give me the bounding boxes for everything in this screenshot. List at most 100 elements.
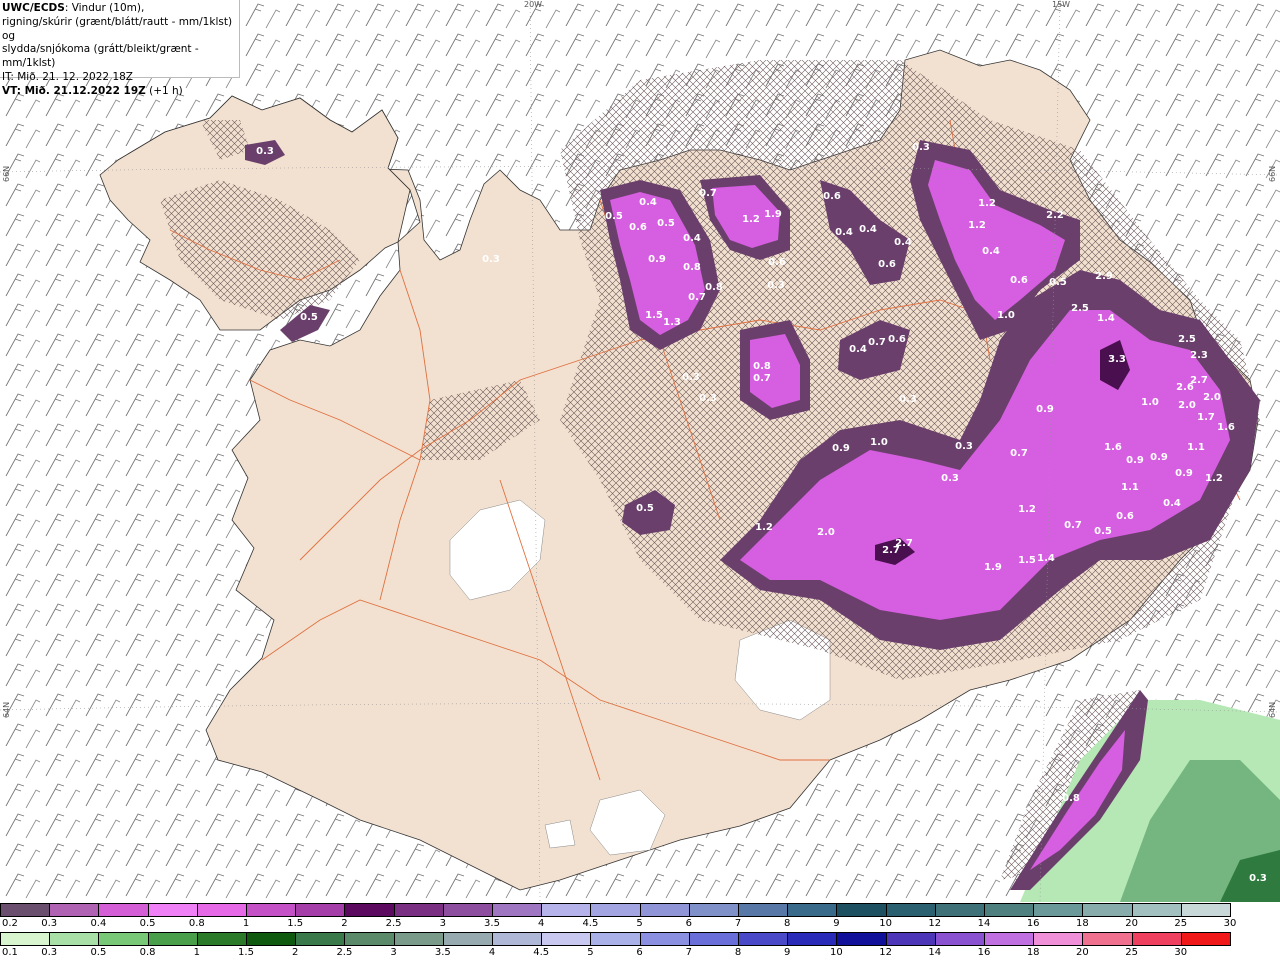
legend-swatch xyxy=(49,903,100,917)
legend-swatch xyxy=(295,932,346,946)
precip-value-label: 1.0 xyxy=(997,310,1015,321)
precip-value-label: 0.9 xyxy=(832,443,850,454)
legend-label: 2.5 xyxy=(385,918,402,929)
legend-swatch xyxy=(639,932,690,946)
precip-value-label: 1.4 xyxy=(1037,553,1055,564)
precip-value-label: 0.3 xyxy=(941,473,959,484)
legend-swatch xyxy=(1180,903,1231,917)
legend-label: 0.5 xyxy=(90,947,107,958)
precip-value-label: 1.2 xyxy=(1205,473,1223,484)
precip-value-label: 0.6 xyxy=(1116,511,1134,522)
legend-label: 6 xyxy=(685,918,692,929)
legend-label: 16 xyxy=(977,947,991,958)
legend-swatch xyxy=(147,932,198,946)
legend-swatch xyxy=(196,903,247,917)
precip-value-label: 0.5 xyxy=(636,503,654,514)
precip-value-label: 0.5 xyxy=(657,218,675,229)
weather-map: 0.30.50.30.50.40.6 0.50.40.90.80.71.31.50… xyxy=(0,0,1280,902)
precip-value-label: 0.3 xyxy=(955,441,973,452)
legend-label: 8 xyxy=(784,918,791,929)
legend-label: 10 xyxy=(879,918,892,929)
legend-label: 4 xyxy=(538,918,545,929)
legend-label: 4.5 xyxy=(582,918,599,929)
precip-value-label: 1.3 xyxy=(663,317,681,328)
legend-label: 6 xyxy=(636,947,643,958)
precip-value-label: 2.5 xyxy=(1071,303,1089,314)
precip-value-label: 0.7 xyxy=(753,373,771,384)
precip-value-label: 0.4 xyxy=(1163,498,1181,509)
lon-label-15w: 15W xyxy=(1052,0,1071,9)
precip-value-label: 2.0 xyxy=(817,527,835,538)
legend-swatch xyxy=(1033,903,1084,917)
precip-value-label: 0.6 xyxy=(1010,275,1028,286)
legend-swatch xyxy=(246,903,297,917)
precip-value-label: 0.9 xyxy=(648,254,666,265)
precip-value-label: 0.3 xyxy=(699,393,717,404)
precip-value-label: 0.8 xyxy=(753,361,771,372)
legend-label: 20 xyxy=(1076,947,1089,958)
precip-value-label: 0.5 xyxy=(1094,526,1112,537)
legend-swatch xyxy=(1082,903,1133,917)
legend-swatch xyxy=(0,932,51,946)
legend-swatch xyxy=(787,932,838,946)
initial-time: IT: Mið. 21. 12. 2022 18Z xyxy=(2,70,133,83)
legend-swatch xyxy=(0,903,51,917)
lon-label-20w: 20W xyxy=(524,0,543,9)
legend-swatch xyxy=(934,903,985,917)
legend-swatch xyxy=(688,903,739,917)
legend-label: 2 xyxy=(341,918,348,929)
legend-swatch xyxy=(836,903,887,917)
lat-label-64n-right: 64N xyxy=(1268,701,1277,718)
precip-value-label: 1.2 xyxy=(968,220,986,231)
legend-label: 3.5 xyxy=(434,947,451,958)
legend-swatch xyxy=(885,932,936,946)
header-line2: rigning/skúrir (grænt/blátt/rautt - mm/1… xyxy=(2,15,233,42)
legend-label: 0.4 xyxy=(90,918,107,929)
precip-value-label: 0.3 xyxy=(482,254,500,265)
precip-value-label: 1.6 xyxy=(1104,442,1122,453)
precip-value-label: 2.9 xyxy=(1095,271,1113,282)
legend-label: 0.8 xyxy=(188,918,205,929)
legend-label: 20 xyxy=(1125,918,1138,929)
legend-swatch xyxy=(590,932,641,946)
legend-swatch xyxy=(1131,932,1182,946)
legend-rain: 0.1 0.3 0.5 0.8 1 1.5 2 2.5 3 3.5 4 4.5 5 6 7 8 9 10 12 14 1… xyxy=(0,932,1280,960)
precip-value-label: 0.3 xyxy=(767,280,785,291)
precip-value-label: 0.5 xyxy=(1049,277,1067,288)
legend-swatch xyxy=(492,932,543,946)
legend-label: 1.5 xyxy=(287,918,304,929)
legend-swatch xyxy=(836,932,887,946)
precip-value-label: 2.5 xyxy=(1178,334,1196,345)
legend-label: 3.5 xyxy=(484,918,500,929)
legend-label: 4 xyxy=(488,947,496,958)
precip-value-label: 0.9 xyxy=(1126,455,1144,466)
precip-value-label: 1.4 xyxy=(1097,313,1115,324)
legend-swatch xyxy=(492,903,543,917)
precip-value-label: 0.3 xyxy=(682,372,700,383)
legend-swatch xyxy=(1131,903,1182,917)
precip-value-label: 0.7 xyxy=(1064,520,1082,531)
precip-value-label: 0.8 xyxy=(705,282,723,293)
legend-swatch xyxy=(147,903,198,917)
legend-swatch xyxy=(442,932,493,946)
precip-value-label: 0.9 xyxy=(1036,404,1054,415)
legend-swatch xyxy=(787,903,838,917)
precip-value-label: 2.2 xyxy=(1046,210,1064,221)
legend-swatch xyxy=(590,903,641,917)
legend-swatch xyxy=(1082,932,1133,946)
precip-value-label: 1.5 xyxy=(645,310,663,321)
precip-value-label: 0.6 xyxy=(629,222,647,233)
precip-value-label: 0.7 xyxy=(688,292,706,303)
legend-swatch xyxy=(1180,932,1231,946)
precip-value-label: 1.5 xyxy=(1018,555,1036,566)
precip-value-label: 0.6 xyxy=(823,191,841,202)
legend-swatch xyxy=(246,932,297,946)
precip-value-label: 2.7 xyxy=(1190,375,1208,386)
legend-swatch xyxy=(442,903,493,917)
precip-value-label: 1.7 xyxy=(1197,412,1215,423)
precip-value-label: 2.3 xyxy=(1190,350,1208,361)
precip-value-label: 0.4 xyxy=(835,227,853,238)
legend-label: 2.5 xyxy=(336,947,353,958)
legend-swatch xyxy=(49,932,100,946)
legend-label: 5 xyxy=(587,947,594,958)
